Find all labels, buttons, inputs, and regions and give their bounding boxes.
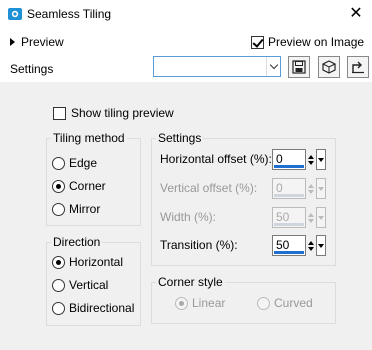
load-preset-icon [322, 60, 336, 74]
width-input: 50 [272, 207, 306, 228]
load-preset-button[interactable] [318, 56, 340, 78]
arrow-up-icon[interactable] [308, 240, 314, 245]
dropdown-arrow-icon [318, 186, 324, 191]
transition-value: 50 [276, 238, 290, 252]
vertical-offset-value: 0 [276, 181, 283, 195]
spinner-dropdown[interactable] [316, 149, 326, 170]
value-bar [274, 194, 304, 197]
arrow-up-icon [308, 212, 314, 217]
tiling-method-mirror[interactable]: Mirror [52, 201, 100, 217]
direction-title: Direction [51, 235, 103, 249]
radio-label: Curved [274, 296, 313, 310]
width-spinner: 50 [272, 207, 326, 228]
reset-icon [352, 61, 364, 74]
radio-button[interactable] [52, 278, 65, 292]
show-tiling-preview-label: Show tiling preview [71, 106, 174, 120]
vertical-offset-spinner: 0 [272, 178, 326, 199]
checkbox-box[interactable] [53, 106, 66, 120]
preview-toggle[interactable]: Preview [10, 33, 64, 51]
radio-label: Mirror [69, 202, 101, 216]
save-preset-button[interactable] [288, 56, 310, 78]
transition-spinner[interactable]: 50 [272, 235, 326, 256]
corner-style-curved: Curved [257, 295, 313, 311]
dropdown-arrow[interactable] [266, 57, 280, 76]
horizontal-offset-value: 0 [276, 152, 283, 166]
radio-label: Bidirectional [69, 301, 135, 315]
tiling-method-title: Tiling method [51, 131, 127, 145]
reset-button[interactable] [347, 56, 369, 78]
width-value: 50 [276, 210, 290, 224]
save-icon [292, 60, 306, 74]
window-title: Seamless Tiling [27, 7, 112, 21]
dropdown-arrow-icon [318, 243, 324, 248]
expand-triangle-icon [10, 38, 15, 46]
spin-arrows[interactable] [306, 149, 316, 170]
arrow-up-icon [308, 183, 314, 188]
value-bar [274, 223, 304, 226]
arrow-down-icon [308, 189, 314, 194]
radio-label: Vertical [69, 278, 109, 292]
radio-label: Corner [69, 179, 106, 193]
radio-label: Edge [69, 156, 98, 170]
corner-style-title: Corner style [156, 275, 225, 289]
spinner-dropdown [316, 178, 326, 199]
show-tiling-preview-checkbox[interactable]: Show tiling preview [53, 106, 174, 120]
tiling-method-corner[interactable]: Corner [52, 178, 106, 194]
settings-preset-dropdown[interactable] [153, 56, 281, 77]
close-button[interactable]: ✕ [346, 4, 366, 24]
value-bar [274, 165, 304, 168]
dropdown-arrow-icon [318, 215, 324, 220]
chevron-down-icon [269, 60, 278, 70]
spin-arrows[interactable] [306, 235, 316, 256]
direction-horizontal[interactable]: Horizontal [52, 254, 123, 270]
direction-bidirectional[interactable]: Bidirectional [52, 300, 134, 316]
radio-button[interactable] [52, 156, 65, 170]
horizontal-offset-label: Horizontal offset (%): [160, 152, 272, 166]
arrow-up-icon[interactable] [308, 154, 314, 159]
tiling-method-edge[interactable]: Edge [52, 155, 97, 171]
horizontal-offset-spinner[interactable]: 0 [272, 149, 326, 170]
radio-label: Linear [192, 296, 226, 310]
transition-input[interactable]: 50 [272, 235, 306, 256]
radio-button[interactable] [52, 301, 65, 315]
settings-label: Settings [10, 62, 54, 76]
preview-on-image-label: Preview on Image [268, 35, 365, 49]
horizontal-offset-input[interactable]: 0 [272, 149, 306, 170]
radio-button [257, 296, 270, 310]
corner-style-linear: Linear [175, 295, 225, 311]
value-bar [274, 251, 304, 254]
arrow-down-icon[interactable] [308, 246, 314, 251]
vertical-offset-input: 0 [272, 178, 306, 199]
transition-label: Transition (%): [160, 238, 238, 252]
title-bar: Seamless Tiling ✕ [0, 0, 372, 30]
spinner-dropdown [316, 207, 326, 228]
width-label: Width (%): [160, 210, 217, 224]
preview-label: Preview [21, 35, 64, 49]
arrow-down-icon [308, 218, 314, 223]
spinner-dropdown[interactable] [316, 235, 326, 256]
arrow-down-icon[interactable] [308, 160, 314, 165]
radio-button[interactable] [52, 202, 65, 216]
radio-button[interactable] [52, 179, 65, 193]
header-area: Preview Preview on Image Settings [0, 30, 372, 82]
preview-on-image-checkbox[interactable]: Preview on Image [251, 33, 364, 51]
checkbox-box[interactable] [251, 35, 264, 49]
app-icon [8, 8, 22, 20]
radio-button[interactable] [52, 255, 65, 269]
spin-arrows [306, 207, 316, 228]
radio-button [175, 296, 188, 310]
settings-group-title: Settings [156, 131, 204, 145]
spin-arrows [306, 178, 316, 199]
radio-label: Horizontal [69, 255, 124, 269]
vertical-offset-label: Vertical offset (%): [160, 181, 258, 195]
dropdown-arrow-icon [318, 157, 324, 162]
direction-vertical[interactable]: Vertical [52, 277, 108, 293]
